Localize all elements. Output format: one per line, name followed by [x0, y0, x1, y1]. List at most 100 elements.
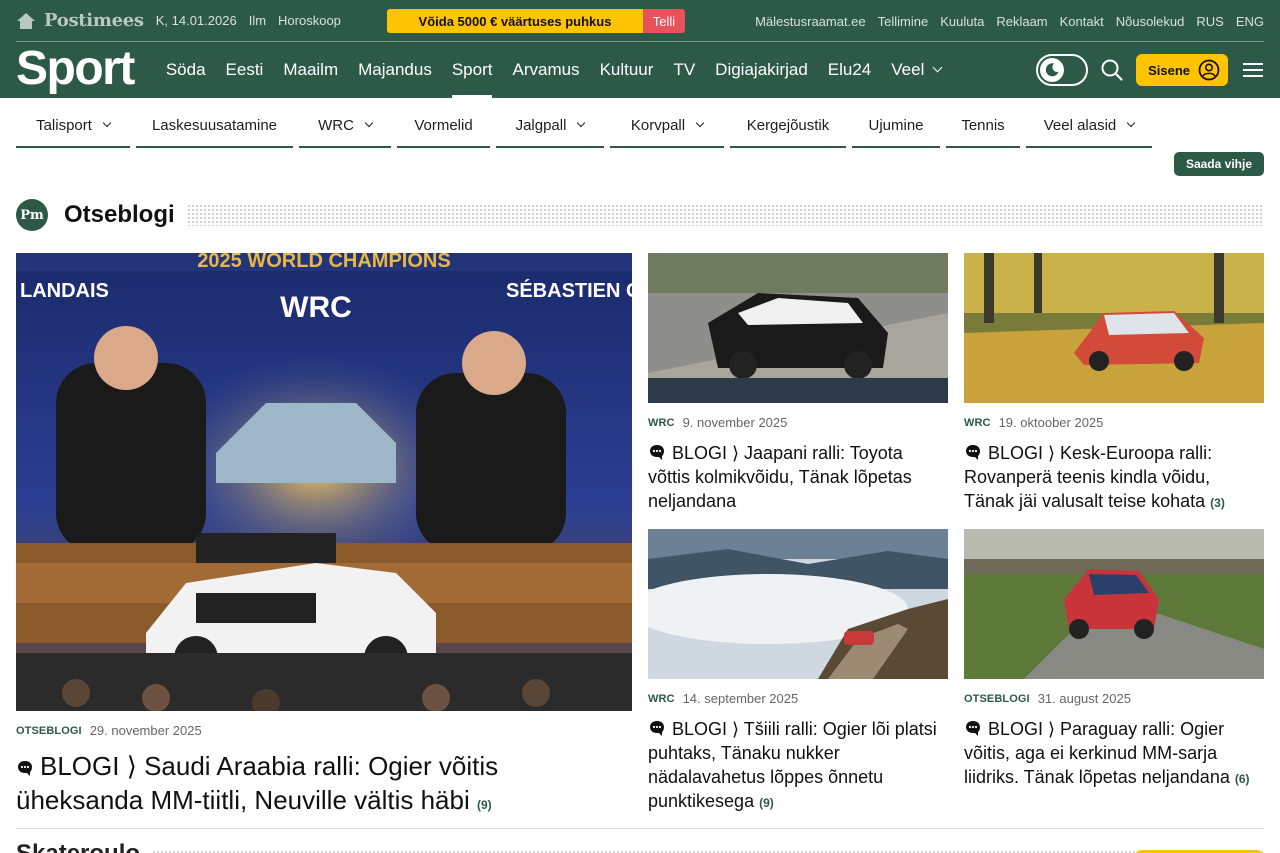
- subnav-item-korvpall[interactable]: Korvpall: [610, 104, 724, 148]
- article-card[interactable]: WRC 9. november 2025 BLOGI ⟩ Jaapani ral…: [648, 253, 948, 523]
- dark-mode-toggle[interactable]: [1036, 54, 1089, 86]
- chat-bubble-icon: [650, 721, 664, 736]
- send-tip-button[interactable]: Saada vihje: [1173, 152, 1264, 176]
- subnav-item-tennis[interactable]: Tennis: [946, 104, 1020, 148]
- main-nav: Sport Söda Eesti Maailm Majandus Sport A…: [16, 42, 1264, 98]
- article-card[interactable]: OTSEBLOGI 31. august 2025 BLOGI ⟩ Paragu…: [964, 529, 1264, 819]
- nav-item-digiajakirjad[interactable]: Digiajakirjad: [715, 42, 808, 98]
- article-card[interactable]: WRC 14. september 2025 BLOGI ⟩ Tšiili ra…: [648, 529, 948, 819]
- section-header: Pm Otseblogi: [16, 198, 1264, 232]
- top-link-eng[interactable]: ENG: [1236, 14, 1264, 29]
- subnav-item-ujumine[interactable]: Ujumine: [852, 104, 940, 148]
- top-link-kuuluta[interactable]: Kuuluta: [940, 14, 984, 29]
- article-image[interactable]: [648, 529, 948, 679]
- featured-article[interactable]: 2025 WORLD CHAMPIONS LANDAIS SÉBASTIEN O…: [16, 253, 632, 823]
- chevron-down-icon: [1127, 118, 1136, 128]
- article-image[interactable]: [648, 253, 948, 403]
- subnav-item-talisport[interactable]: Talisport: [16, 104, 130, 148]
- article-headline[interactable]: BLOGI ⟩ Tšiili ralli: Ogier lõi platsi p…: [648, 717, 948, 815]
- top-link-rus[interactable]: RUS: [1196, 14, 1223, 29]
- next-section-title[interactable]: Skateroulo: [16, 842, 140, 853]
- article-image[interactable]: [964, 529, 1264, 679]
- subnav-label: Veel alasid: [1043, 116, 1117, 134]
- search-icon[interactable]: [1100, 58, 1124, 82]
- wrc-logo-text: WRC: [280, 291, 352, 324]
- chevron-down-icon: [932, 62, 943, 73]
- nav-item-majandus[interactable]: Majandus: [358, 42, 432, 98]
- headline-text: BLOGI ⟩ Saudi Araabia ralli: Ogier võiti…: [16, 751, 499, 815]
- subnav-item-vormelid[interactable]: Vormelid: [397, 104, 490, 148]
- header-actions: Sisene: [1036, 42, 1264, 98]
- top-link-tellimine[interactable]: Tellimine: [878, 14, 929, 29]
- article-meta: WRC 14. september 2025: [648, 691, 798, 706]
- top-link-kontakt[interactable]: Kontakt: [1060, 14, 1104, 29]
- promo-text[interactable]: Võida 5000 € väärtuses puhkus: [387, 9, 643, 33]
- nav-item-kultuur[interactable]: Kultuur: [600, 42, 654, 98]
- subnav-item-jalgpall[interactable]: Jalgpall: [496, 104, 604, 148]
- signin-button[interactable]: Sisene: [1136, 54, 1228, 86]
- foggy-valley-rally-photo: [648, 529, 948, 679]
- subnav-item-kergejoustik[interactable]: Kergejõustik: [730, 104, 846, 148]
- subnav-item-veel-alasid[interactable]: Veel alasid: [1026, 104, 1152, 148]
- moon-icon: [1045, 63, 1059, 77]
- article-headline[interactable]: BLOGI ⟩ Jaapani ralli: Toyota võttis kol…: [648, 441, 948, 515]
- postimees-logo[interactable]: Postimees: [44, 10, 144, 31]
- headline-text: BLOGI ⟩ Tšiili ralli: Ogier lõi platsi p…: [648, 719, 937, 811]
- article-category[interactable]: WRC: [964, 417, 991, 429]
- jumping-rally-car-photo: [964, 529, 1264, 679]
- promo-banner[interactable]: Võida 5000 € väärtuses puhkus Telli: [387, 9, 685, 33]
- nav-item-arvamus[interactable]: Arvamus: [512, 42, 579, 98]
- forest-rally-car-photo: [964, 253, 1264, 403]
- article-image[interactable]: 2025 WORLD CHAMPIONS LANDAIS SÉBASTIEN O…: [16, 253, 632, 711]
- subnav-label: Tennis: [961, 116, 1005, 134]
- sport-subnav: Talisport Laskesuusatamine WRC Vormelid …: [16, 104, 1158, 148]
- subnav-label: Laskesuusatamine: [151, 116, 278, 134]
- headline-text: BLOGI ⟩ Jaapani ralli: Toyota võttis kol…: [648, 443, 912, 511]
- weather-link[interactable]: Ilm: [249, 13, 266, 28]
- article-category[interactable]: OTSEBLOGI: [964, 693, 1030, 705]
- current-date: K, 14.01.2026: [155, 13, 237, 28]
- nav-item-eesti[interactable]: Eesti: [226, 42, 264, 98]
- subnav-label: WRC: [318, 116, 354, 134]
- subnav-item-laskesuusatamine[interactable]: Laskesuusatamine: [136, 104, 293, 148]
- article-category[interactable]: WRC: [648, 417, 675, 429]
- nav-item-soda[interactable]: Söda: [166, 42, 206, 98]
- toyota-rally-car-photo: [648, 253, 948, 403]
- driver-left-name: LANDAIS: [20, 280, 109, 302]
- subnav-label: Jalgpall: [515, 116, 567, 134]
- chat-bubble-icon: [966, 721, 980, 736]
- user-icon: [1198, 59, 1220, 81]
- headline-text: BLOGI ⟩ Kesk-Euroopa ralli: Rovanperä te…: [964, 443, 1213, 511]
- article-meta: WRC 19. oktoober 2025: [964, 415, 1103, 430]
- article-image[interactable]: [964, 253, 1264, 403]
- subnav-label: Talisport: [36, 116, 92, 134]
- top-link-nousolekud[interactable]: Nõusolekud: [1116, 14, 1185, 29]
- nav-item-sport[interactable]: Sport: [451, 42, 492, 98]
- article-headline[interactable]: BLOGI ⟩ Saudi Araabia ralli: Ogier võiti…: [16, 749, 616, 822]
- nav-item-tv[interactable]: TV: [673, 42, 695, 98]
- subnav-item-wrc[interactable]: WRC: [299, 104, 391, 148]
- article-date: 29. november 2025: [89, 723, 202, 738]
- article-card[interactable]: WRC 19. oktoober 2025 BLOGI ⟩ Kesk-Euroo…: [964, 253, 1264, 523]
- section-title[interactable]: Otseblogi: [64, 201, 175, 229]
- nav-item-maailm[interactable]: Maailm: [283, 42, 338, 98]
- article-category[interactable]: OTSEBLOGI: [16, 725, 82, 737]
- hamburger-menu-icon[interactable]: [1242, 61, 1264, 79]
- nav-item-elu24[interactable]: Elu24: [828, 42, 871, 98]
- article-category[interactable]: WRC: [648, 693, 675, 705]
- top-link-reklaam[interactable]: Reklaam: [996, 14, 1047, 29]
- subscribe-button[interactable]: Telli: [643, 9, 685, 33]
- nav-item-veel[interactable]: Veel: [891, 42, 943, 98]
- home-icon[interactable]: [16, 12, 36, 30]
- sport-logo[interactable]: Sport: [16, 45, 135, 93]
- horoscope-link[interactable]: Horoskoop: [278, 13, 341, 28]
- comment-count: (9): [476, 798, 492, 812]
- comment-count: (3): [1210, 496, 1225, 510]
- next-section-header: Skateroulo: [16, 842, 1264, 853]
- top-link-malestusraamat[interactable]: Mälestusraamat.ee: [755, 14, 866, 29]
- article-date: 14. september 2025: [682, 691, 799, 706]
- article-headline[interactable]: BLOGI ⟩ Paraguay ralli: Ogier võitis, ag…: [964, 717, 1264, 791]
- article-headline[interactable]: BLOGI ⟩ Kesk-Euroopa ralli: Rovanperä te…: [964, 441, 1264, 515]
- comment-count: (6): [1234, 772, 1250, 786]
- top-bar: Postimees K, 14.01.2026 Ilm Horoskoop Võ…: [16, 0, 1264, 42]
